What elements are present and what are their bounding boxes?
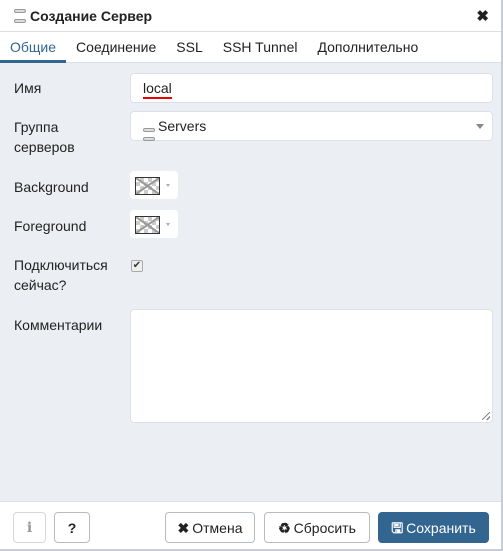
server-group-value: Servers (158, 118, 207, 134)
foreground-label: Foreground (14, 218, 87, 234)
save-label: Сохранить (406, 520, 476, 536)
server-group-label-line1: Группа (14, 119, 59, 135)
tab-connection[interactable]: Соединение (66, 33, 166, 63)
cancel-label: Отмена (192, 520, 243, 536)
tab-bar: Общие Соединение SSL SSH Tunnel Дополнит… (0, 33, 501, 63)
background-color-picker[interactable] (130, 171, 178, 199)
dialog-title: Создание Сервер (30, 7, 153, 24)
tab-advanced[interactable]: Дополнительно (307, 33, 428, 63)
foreground-color-picker[interactable] (130, 210, 178, 238)
tab-ssl[interactable]: SSL (166, 33, 212, 63)
connect-now-label: Подключиться сейчас? (14, 255, 108, 295)
name-input[interactable]: local (130, 73, 493, 103)
create-server-dialog: Создание Сервер ✖ Общие Соединение SSL S… (0, 0, 503, 551)
server-group-label: Группа серверов (14, 117, 75, 157)
background-label: Background (14, 179, 89, 195)
resize-grip-icon[interactable] (482, 412, 490, 420)
info-icon: i (26, 520, 33, 536)
server-icon (14, 8, 26, 23)
reset-button[interactable]: ♻ Сбросить (264, 512, 370, 543)
chevron-down-icon (476, 124, 484, 129)
server-group-select[interactable]: Servers (130, 111, 493, 141)
cancel-button[interactable]: ✖ Отмена (165, 512, 255, 543)
name-value: local (143, 79, 172, 99)
connect-now-checkbox[interactable]: ✔ (131, 260, 143, 272)
form-body: Имя local Группа серверов Servers Backgr… (0, 63, 501, 501)
dialog-footer: i ? ✖ Отмена ♻ Сбросить 🖫 Сохранить (0, 501, 501, 549)
dialog-titlebar[interactable]: Создание Сервер ✖ (0, 0, 501, 32)
connect-now-label-line1: Подключиться (14, 257, 108, 273)
save-button[interactable]: 🖫 Сохранить (378, 512, 489, 543)
close-icon[interactable]: ✖ (476, 7, 489, 25)
floppy-disk-icon: 🖫 (391, 520, 404, 536)
no-color-swatch-icon (135, 177, 160, 195)
help-icon: ? (67, 520, 77, 536)
connect-now-label-line2: сейчас? (14, 277, 67, 293)
server-group-label-line2: серверов (14, 139, 75, 155)
name-label: Имя (14, 80, 42, 96)
help-button[interactable]: ? (54, 512, 90, 543)
info-button[interactable]: i (13, 512, 46, 543)
close-icon: ✖ (177, 520, 190, 536)
server-group-icon (143, 128, 155, 141)
chevron-down-icon (166, 184, 170, 187)
comments-label: Комментарии (14, 317, 103, 333)
no-color-swatch-icon (135, 216, 160, 234)
recycle-icon: ♻ (278, 520, 291, 536)
tab-general[interactable]: Общие (0, 33, 67, 63)
tab-ssh-tunnel[interactable]: SSH Tunnel (213, 33, 308, 63)
chevron-down-icon (166, 223, 170, 226)
comments-textarea[interactable] (130, 309, 493, 423)
reset-label: Сбросить (293, 520, 356, 536)
